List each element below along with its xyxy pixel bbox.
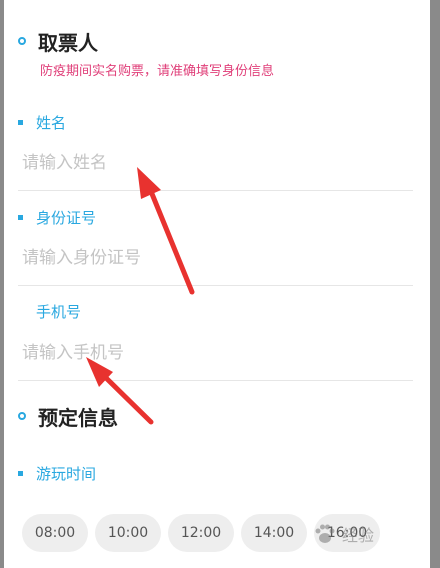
square-bullet-icon [18, 119, 23, 125]
circle-bullet-icon [18, 37, 26, 45]
time-slot-1400[interactable]: 14:00 [241, 514, 307, 552]
circle-bullet-icon [18, 412, 26, 420]
play-time-label: 游玩时间 [18, 463, 96, 483]
time-slot-0800[interactable]: 08:00 [22, 514, 88, 552]
booking-info-header: 预定信息 [18, 401, 118, 431]
ticket-holder-header: 取票人 [18, 26, 98, 56]
ticket-holder-title: 取票人 [38, 30, 98, 55]
booking-info-title: 预定信息 [38, 405, 118, 430]
square-bullet-icon [18, 214, 23, 220]
watermark-text: 经验 [342, 526, 375, 545]
time-slot-1000[interactable]: 10:00 [95, 514, 161, 552]
phone-label-text: 手机号 [36, 302, 82, 321]
name-label: 姓名 [18, 112, 66, 132]
divider [18, 190, 413, 191]
divider [18, 285, 413, 286]
id-number-input[interactable] [22, 241, 402, 275]
time-slot-1200[interactable]: 12:00 [168, 514, 234, 552]
paw-logo-icon [315, 524, 335, 543]
watermark: 经验 [312, 514, 422, 554]
id-number-label-text: 身份证号 [36, 208, 97, 227]
name-input[interactable] [22, 146, 402, 180]
divider [18, 380, 413, 381]
id-number-label: 身份证号 [18, 207, 96, 227]
phone-input[interactable] [22, 336, 402, 370]
square-bullet-icon [18, 470, 23, 476]
play-time-label-text: 游玩时间 [36, 464, 97, 483]
phone-label: 手机号 [18, 301, 81, 321]
notice-text: 防疫期间实名购票，请准确填写身份信息 [40, 64, 275, 79]
name-label-text: 姓名 [36, 113, 67, 132]
booking-form-card: 取票人 防疫期间实名购票，请准确填写身份信息 姓名 身份证号 手机号 预定信息 … [4, 0, 430, 568]
